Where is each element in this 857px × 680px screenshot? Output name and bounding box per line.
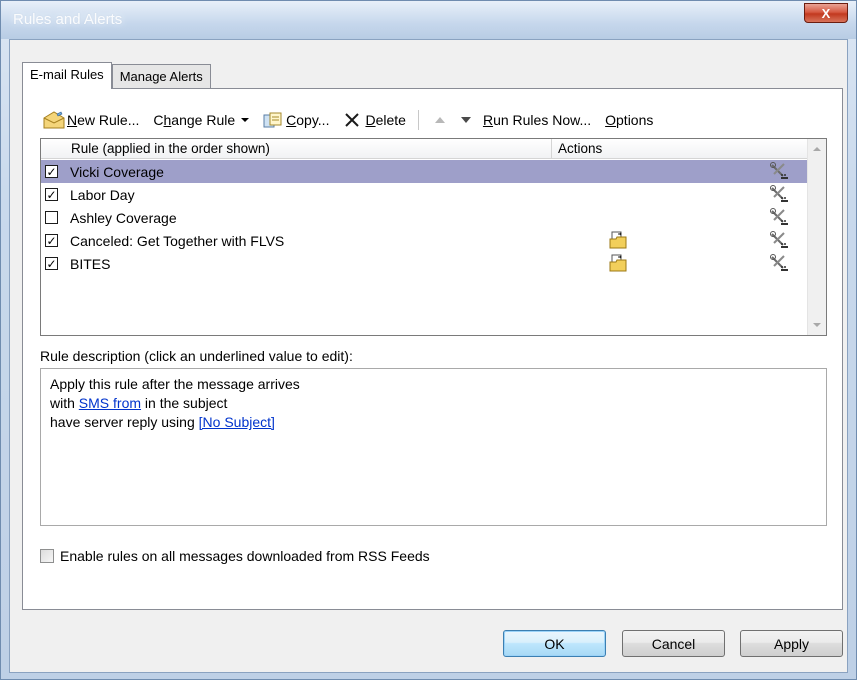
copy-icon bbox=[263, 112, 282, 128]
rule-name: Ashley Coverage bbox=[70, 209, 177, 226]
close-button[interactable]: X bbox=[804, 3, 848, 23]
rule-row[interactable]: Ashley Coverage bbox=[41, 206, 808, 229]
rss-rules-option[interactable]: Enable rules on all messages downloaded … bbox=[40, 548, 430, 564]
new-rule-icon bbox=[43, 111, 65, 129]
rule-description-label: Rule description (click an underlined va… bbox=[40, 348, 353, 364]
scroll-up-icon[interactable] bbox=[813, 147, 821, 151]
cancel-button[interactable]: Cancel bbox=[622, 630, 725, 657]
title-bar[interactable]: Rules and Alerts X bbox=[1, 1, 856, 39]
rss-enable-checkbox[interactable] bbox=[40, 549, 54, 563]
new-rule-button[interactable]: New Rule... bbox=[43, 111, 139, 129]
rule-row[interactable]: ✓ Vicki Coverage bbox=[41, 160, 808, 183]
rule-enabled-checkbox[interactable]: ✓ bbox=[45, 165, 58, 178]
dialog-client-area: E-mail Rules Manage Alerts New Rule... C… bbox=[9, 39, 848, 673]
move-to-folder-icon bbox=[609, 231, 627, 249]
rules-and-alerts-window: Rules and Alerts X E-mail Rules Manage A… bbox=[0, 0, 857, 680]
new-rule-label: New Rule... bbox=[67, 112, 140, 128]
checkmark-icon: ✓ bbox=[46, 233, 57, 248]
rule-enabled-checkbox[interactable]: ✓ bbox=[45, 234, 58, 247]
move-up-icon[interactable] bbox=[434, 117, 445, 123]
rule-row[interactable]: ✓ BITES bbox=[41, 252, 808, 275]
description-line: Apply this rule after the message arrive… bbox=[50, 376, 300, 392]
tab-email-rules[interactable]: E-mail Rules bbox=[22, 62, 112, 89]
rule-enabled-checkbox[interactable]: ✓ bbox=[45, 188, 58, 201]
rule-tools-icon[interactable] bbox=[769, 161, 789, 181]
email-rules-page: New Rule... Change Rule Copy... Delete R… bbox=[22, 88, 843, 610]
close-icon: X bbox=[821, 5, 831, 21]
delete-x-icon bbox=[345, 113, 360, 127]
scroll-down-icon[interactable] bbox=[813, 323, 821, 327]
rules-list[interactable]: Rule (applied in the order shown) Action… bbox=[40, 138, 827, 336]
move-down-icon[interactable] bbox=[460, 117, 471, 123]
move-to-folder-icon bbox=[609, 254, 627, 272]
tab-manage-alerts[interactable]: Manage Alerts bbox=[111, 64, 211, 88]
rule-row[interactable]: ✓ Labor Day bbox=[41, 183, 808, 206]
toolbar-separator bbox=[417, 110, 419, 130]
column-header-actions[interactable]: Actions bbox=[552, 139, 602, 158]
rule-name: Vicki Coverage bbox=[70, 163, 164, 180]
rule-tools-icon[interactable] bbox=[769, 253, 789, 273]
rss-enable-label: Enable rules on all messages downloaded … bbox=[60, 548, 430, 564]
rules-list-scrollbar[interactable] bbox=[807, 139, 826, 335]
rules-list-header: Rule (applied in the order shown) Action… bbox=[41, 139, 808, 159]
window-title: Rules and Alerts bbox=[13, 11, 123, 28]
description-line: have server reply using [No Subject] bbox=[50, 414, 275, 430]
options-label: Options bbox=[605, 112, 654, 128]
rule-tools-icon[interactable] bbox=[769, 207, 789, 227]
checkmark-icon: ✓ bbox=[46, 256, 57, 271]
description-line: with SMS from in the subject bbox=[50, 395, 228, 411]
rule-tools-icon[interactable] bbox=[769, 184, 789, 204]
change-rule-dropdown[interactable]: Change Rule bbox=[153, 112, 250, 128]
ok-button[interactable]: OK bbox=[503, 630, 606, 657]
options-button[interactable]: Options bbox=[605, 112, 653, 128]
rules-toolbar: New Rule... Change Rule Copy... Delete R… bbox=[43, 109, 667, 131]
copy-button[interactable]: Copy... bbox=[263, 112, 329, 128]
rule-enabled-checkbox[interactable]: ✓ bbox=[45, 257, 58, 270]
no-subject-link[interactable]: [No Subject] bbox=[199, 414, 275, 430]
checkmark-icon: ✓ bbox=[46, 164, 57, 179]
tab-strip: E-mail Rules Manage Alerts bbox=[22, 62, 211, 89]
delete-button[interactable]: Delete bbox=[343, 112, 406, 128]
copy-label: Copy... bbox=[286, 112, 330, 128]
rule-tools-icon[interactable] bbox=[769, 230, 789, 250]
change-rule-label: Change Rule bbox=[153, 112, 236, 128]
chevron-down-icon bbox=[241, 118, 250, 122]
rule-name: Canceled: Get Together with FLVS bbox=[70, 232, 285, 249]
rule-description-box: Apply this rule after the message arrive… bbox=[40, 368, 827, 526]
rule-row[interactable]: ✓ Canceled: Get Together with FLVS bbox=[41, 229, 808, 252]
rule-name: Labor Day bbox=[70, 186, 135, 203]
rule-enabled-checkbox[interactable] bbox=[45, 211, 58, 224]
column-header-rule[interactable]: Rule (applied in the order shown) bbox=[41, 139, 552, 158]
rule-name: BITES bbox=[70, 255, 111, 272]
run-rules-now-button[interactable]: Run Rules Now... bbox=[483, 112, 591, 128]
sms-from-link[interactable]: SMS from bbox=[79, 395, 141, 411]
delete-label: Delete bbox=[365, 112, 406, 128]
apply-button[interactable]: Apply bbox=[740, 630, 843, 657]
run-rules-now-label: Run Rules Now... bbox=[482, 112, 592, 128]
checkmark-icon: ✓ bbox=[46, 187, 57, 202]
